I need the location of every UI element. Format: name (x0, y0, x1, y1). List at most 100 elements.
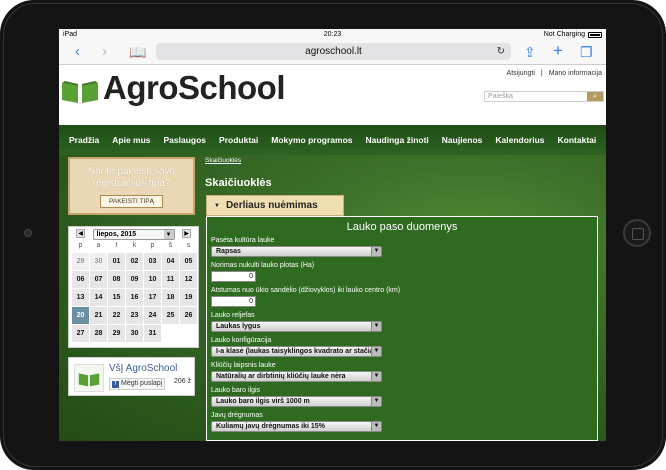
change-type-button[interactable]: PAKEISTI TIPĄ (100, 195, 163, 208)
status-bar: iPad 20:23 Not Charging (59, 29, 606, 40)
nav-item-services[interactable]: Paslaugos (164, 135, 207, 145)
page-title: Skaičiuoklės (205, 177, 272, 189)
calendar-day[interactable]: 24 (144, 307, 161, 324)
home-button[interactable] (623, 219, 651, 247)
calendar-day[interactable]: 30 (90, 253, 107, 270)
calendar-day[interactable]: 13 (72, 289, 89, 306)
obstacle-value: Natūralių ar dirbtinių kliūčių lauke nėr… (216, 373, 346, 380)
calendar-day[interactable]: 19 (180, 289, 197, 306)
calendar-day[interactable]: 10 (144, 271, 161, 288)
ipad-frame: iPad 20:23 Not Charging ‹ › 📖 agroschool… (0, 0, 666, 470)
clock: 20:23 (323, 31, 342, 38)
crop-select[interactable]: Rapsas ▼ (211, 246, 382, 257)
calendar-day[interactable]: 25 (162, 307, 179, 324)
nav-item-home[interactable]: Pradžia (69, 135, 99, 145)
page-avatar (74, 364, 104, 392)
calendar-day[interactable]: 29 (108, 325, 125, 342)
breadcrumb[interactable]: Skaičiuoklės (205, 157, 241, 164)
nav-item-useful[interactable]: Naudinga žinoti (366, 135, 429, 145)
calendar-day[interactable]: 12 (180, 271, 197, 288)
prev-month-icon[interactable]: ◀ (76, 229, 85, 238)
charging-status: Not Charging (543, 31, 585, 38)
nav-item-products[interactable]: Produktai (219, 135, 258, 145)
distance-label: Atstumas nuo ūkio sandėlio (džiovyklos) … (211, 287, 401, 294)
nav-item-contacts[interactable]: Kontaktai (558, 135, 597, 145)
back-icon[interactable]: ‹ (75, 44, 80, 59)
calendar-day[interactable]: 28 (90, 325, 107, 342)
nav-item-about[interactable]: Apie mus (112, 135, 150, 145)
next-month-icon[interactable]: ▶ (182, 229, 191, 238)
chevron-down-icon: ▼ (371, 422, 381, 431)
area-label: Norimas nukulti lauko plotas (Ha) (211, 262, 315, 269)
calendar-day[interactable]: 31 (144, 325, 161, 342)
month-select[interactable]: liepos, 2015 ▼ (92, 228, 175, 240)
chevron-down-icon: ▼ (371, 372, 381, 381)
weekday-header: p (150, 242, 155, 249)
forward-icon[interactable]: › (102, 44, 107, 59)
share-icon[interactable]: ⇪ (524, 44, 536, 61)
registration-text-2: registracijos tipą? (92, 178, 171, 189)
my-info-link[interactable]: Mano informacija (549, 70, 602, 77)
crop-label: Pasėta kultūra lauke (211, 237, 275, 244)
calendar-day[interactable]: 02 (126, 253, 143, 270)
like-count: 206 ž (174, 378, 192, 385)
config-value: I-a klasė (laukas taisyklingos kvadrato … (216, 348, 378, 355)
nav-item-calendar[interactable]: Kalendorius (495, 135, 544, 145)
calendar-day[interactable]: 29 (72, 253, 89, 270)
separator: | (540, 70, 543, 77)
calendar-day[interactable]: 01 (108, 253, 125, 270)
calendar-day[interactable]: 04 (162, 253, 179, 270)
calendar-day[interactable]: 08 (108, 271, 125, 288)
nav-item-training[interactable]: Mokymo programos (271, 135, 352, 145)
config-select[interactable]: I-a klasė (laukas taisyklingos kvadrato … (211, 346, 382, 357)
reload-icon[interactable]: ↻ (497, 43, 505, 60)
chevron-down-icon: ▼ (371, 347, 381, 356)
calendar-day[interactable]: 15 (108, 289, 125, 306)
obstacle-select[interactable]: Natūralių ar dirbtinių kliūčių lauke nėr… (211, 371, 382, 382)
triangle-down-icon: ▼ (214, 203, 220, 209)
calendar-day[interactable]: 20 (72, 307, 89, 324)
area-input[interactable]: 0 (211, 271, 256, 282)
search-icon[interactable]: ⌕ (587, 92, 603, 101)
calendar-day[interactable]: 18 (162, 289, 179, 306)
nav-item-news[interactable]: Naujienos (442, 135, 483, 145)
accordion-harvest[interactable]: ▼ Derliaus nuėmimas (206, 195, 344, 216)
panel-title: Lauko paso duomenys (346, 221, 458, 233)
calendar-day[interactable]: 06 (72, 271, 89, 288)
calendar-day[interactable]: 05 (180, 253, 197, 270)
calendar-day[interactable]: 22 (108, 307, 125, 324)
like-page-button[interactable]: f Mėgti puslapį (109, 378, 166, 390)
distance-input[interactable]: 0 (211, 296, 256, 307)
relief-select[interactable]: Laukas lygus ▼ (211, 321, 382, 332)
calendar-day[interactable]: 11 (162, 271, 179, 288)
calendar-day[interactable]: 23 (126, 307, 143, 324)
calendar-day[interactable]: 30 (126, 325, 143, 342)
moisture-select[interactable]: Kuliamų javų drėgnumas iki 15% ▼ (211, 421, 382, 432)
empty-day (162, 325, 179, 342)
calendar-day[interactable]: 03 (144, 253, 161, 270)
site-logo[interactable]: AgroSchool (103, 69, 286, 107)
address-bar[interactable]: agroschool.lt ↻ (156, 43, 511, 60)
config-label: Lauko konfigūracija (211, 337, 272, 344)
calendar-day[interactable]: 27 (72, 325, 89, 342)
relief-label: Lauko reljefas (211, 312, 255, 319)
logout-link[interactable]: Atsijungti (507, 70, 535, 77)
edge-select[interactable]: Lauko baro ilgis virš 1000 m ▼ (211, 396, 382, 407)
calendar-day[interactable]: 17 (144, 289, 161, 306)
facebook-page-name[interactable]: VšĮ AgroSchool (109, 363, 177, 374)
search-input[interactable]: Paieška ⌕ (484, 91, 604, 102)
facebook-widget: VšĮ AgroSchool f Mėgti puslapį 206 ž (68, 357, 195, 396)
calendar-day[interactable]: 07 (90, 271, 107, 288)
tabs-icon[interactable]: ❐ (580, 44, 593, 61)
edge-value: Lauko baro ilgis virš 1000 m (216, 398, 310, 405)
calendar-day[interactable]: 16 (126, 289, 143, 306)
calendar-day[interactable]: 21 (90, 307, 107, 324)
new-tab-icon[interactable]: + (553, 41, 563, 61)
calendar-day[interactable]: 26 (180, 307, 197, 324)
bookmarks-icon[interactable]: 📖 (129, 44, 146, 61)
calendar-day[interactable]: 14 (90, 289, 107, 306)
edge-label: Lauko baro ilgis (211, 387, 261, 394)
moisture-label: Javų drėgnumas (211, 412, 263, 419)
calendar-day[interactable]: 09 (126, 271, 143, 288)
obstacle-label: Kliūčių laipsnis lauke (211, 362, 276, 369)
